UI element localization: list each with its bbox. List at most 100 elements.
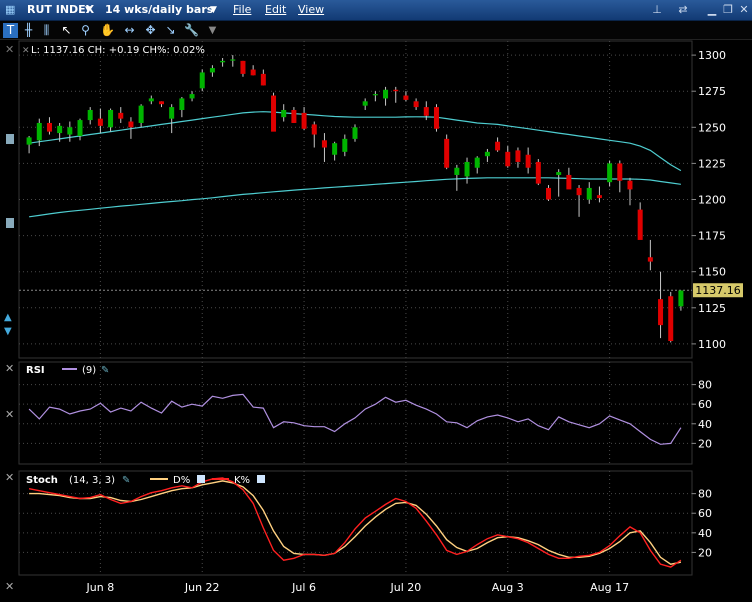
candle-body	[311, 124, 317, 135]
stoch-d-label: D%	[173, 475, 190, 486]
scale-handle-bottom[interactable]	[6, 218, 14, 228]
rsi-tick-label: 60	[698, 398, 712, 411]
candle-body	[77, 120, 83, 136]
period-selector[interactable]: 14 wks/daily bars	[105, 3, 213, 16]
stoch-close-icon[interactable]: ✕	[5, 471, 14, 484]
candle-body	[148, 98, 154, 102]
price-tick-label: 1150	[698, 266, 726, 279]
price-tick-label: 1275	[698, 85, 726, 98]
candle-body	[546, 187, 552, 200]
dropdown-icon[interactable]: ▼	[205, 23, 220, 38]
stoch-panel	[18, 470, 693, 576]
stoch-d-checkbox[interactable]	[197, 475, 205, 483]
candle-body	[128, 121, 134, 128]
candle-body	[464, 161, 470, 177]
candle-body	[505, 151, 511, 167]
rsi-tick-label: 40	[698, 418, 712, 431]
candle-body	[607, 163, 613, 183]
candle-body	[342, 138, 348, 152]
candle-body	[250, 69, 256, 76]
candle-body	[118, 112, 124, 119]
wrench-icon[interactable]: 🔧	[184, 23, 199, 38]
candle-body	[596, 195, 602, 199]
candle-body	[199, 72, 205, 89]
candle-body	[87, 109, 93, 121]
close-panel-icon[interactable]: ✕	[5, 43, 14, 56]
rsi-tick-label: 80	[698, 379, 712, 392]
zoom-icon[interactable]: ⚲	[78, 23, 93, 38]
candle-body	[271, 95, 277, 132]
stoch-k-checkbox[interactable]	[257, 475, 265, 483]
pointer-icon[interactable]: ↖	[59, 23, 74, 38]
scroll-up-icon[interactable]: ▲	[4, 312, 12, 323]
candle-body	[444, 138, 450, 168]
rsi-label: RSI	[26, 365, 45, 376]
stoch-tick-label: 20	[698, 546, 712, 559]
bar-chart-icon[interactable]: ╫	[21, 23, 36, 38]
candle-body	[67, 127, 73, 135]
cursor-icon[interactable]: T	[3, 23, 18, 38]
candle-body	[413, 101, 419, 108]
candle-body	[525, 154, 531, 168]
rsi-tick-label: 20	[698, 437, 712, 450]
rsi-panel	[18, 361, 693, 465]
stoch-params: (14, 3, 3)	[69, 475, 115, 486]
candle-body	[97, 118, 103, 126]
candle-body	[46, 122, 52, 132]
candle-body	[291, 109, 297, 123]
candle-body	[209, 68, 215, 73]
last-price-label: 1137.16	[695, 284, 741, 297]
candle-body	[57, 125, 63, 134]
x-tick-label: Jul 6	[291, 581, 316, 594]
scale-handle-top[interactable]	[6, 134, 14, 144]
close-button[interactable]: ✕	[735, 2, 752, 18]
scroll-down-icon[interactable]: ▼	[4, 326, 12, 337]
price-tick-label: 1125	[698, 302, 726, 315]
rsi-close-icon[interactable]: ✕	[5, 362, 14, 375]
scroll-icon[interactable]: ↔	[122, 23, 137, 38]
candle-body	[637, 209, 643, 240]
link-icon[interactable]: ⇄	[674, 2, 692, 18]
rsi-collapse-icon[interactable]: ✕	[5, 408, 14, 421]
candle-body	[332, 143, 338, 155]
candle-body	[36, 122, 42, 141]
candle-body	[220, 60, 226, 63]
menu-edit[interactable]: Edit	[265, 3, 286, 16]
stoch-collapse-icon[interactable]: ✕	[5, 580, 14, 593]
rsi-edit-icon[interactable]: ✎	[101, 365, 109, 376]
pan-icon[interactable]: ✋	[100, 23, 115, 38]
menu-file[interactable]: File	[233, 3, 251, 16]
candle-body	[281, 109, 287, 118]
candle-body	[658, 299, 664, 326]
candle-body	[321, 140, 327, 148]
candle-body	[26, 137, 32, 145]
x-tick-label: Aug 3	[492, 581, 524, 594]
candle-body	[179, 98, 185, 110]
menu-view[interactable]: View	[298, 3, 324, 16]
candle-body	[495, 141, 501, 151]
stoch-tick-label: 80	[698, 488, 712, 501]
stoch-k-label: K%	[234, 475, 250, 486]
pin-icon[interactable]: ⊥	[648, 2, 666, 18]
stoch-tick-label: 40	[698, 527, 712, 540]
window-icon: ▦	[5, 3, 16, 16]
candle-body	[138, 105, 144, 123]
candle-body	[158, 101, 164, 105]
stoch-edit-icon[interactable]: ✎	[122, 475, 130, 486]
candle-body	[627, 180, 633, 190]
period-dropdown-icon[interactable]: ▼	[210, 5, 217, 15]
candle-body	[647, 257, 653, 262]
price-tick-label: 1175	[698, 230, 726, 243]
candle-body	[576, 187, 582, 196]
crosshair-icon[interactable]: ✥	[143, 23, 158, 38]
price-tick-label: 1250	[698, 121, 726, 134]
draw-icon[interactable]: ↘	[163, 23, 178, 38]
candle-body	[240, 60, 246, 74]
chart-toolbar: T ╫ ⫼ ↖ ⚲ ✋ ↔ ✥ ↘ 🔧 ▼	[0, 21, 752, 40]
price-tick-label: 1100	[698, 338, 726, 351]
x-tick-label: Jul 20	[390, 581, 422, 594]
candle-body	[403, 95, 409, 100]
symbol-dropdown-icon[interactable]: ▼	[85, 5, 92, 15]
split-icon[interactable]: ⫼	[39, 23, 54, 38]
candle-body	[169, 107, 175, 119]
